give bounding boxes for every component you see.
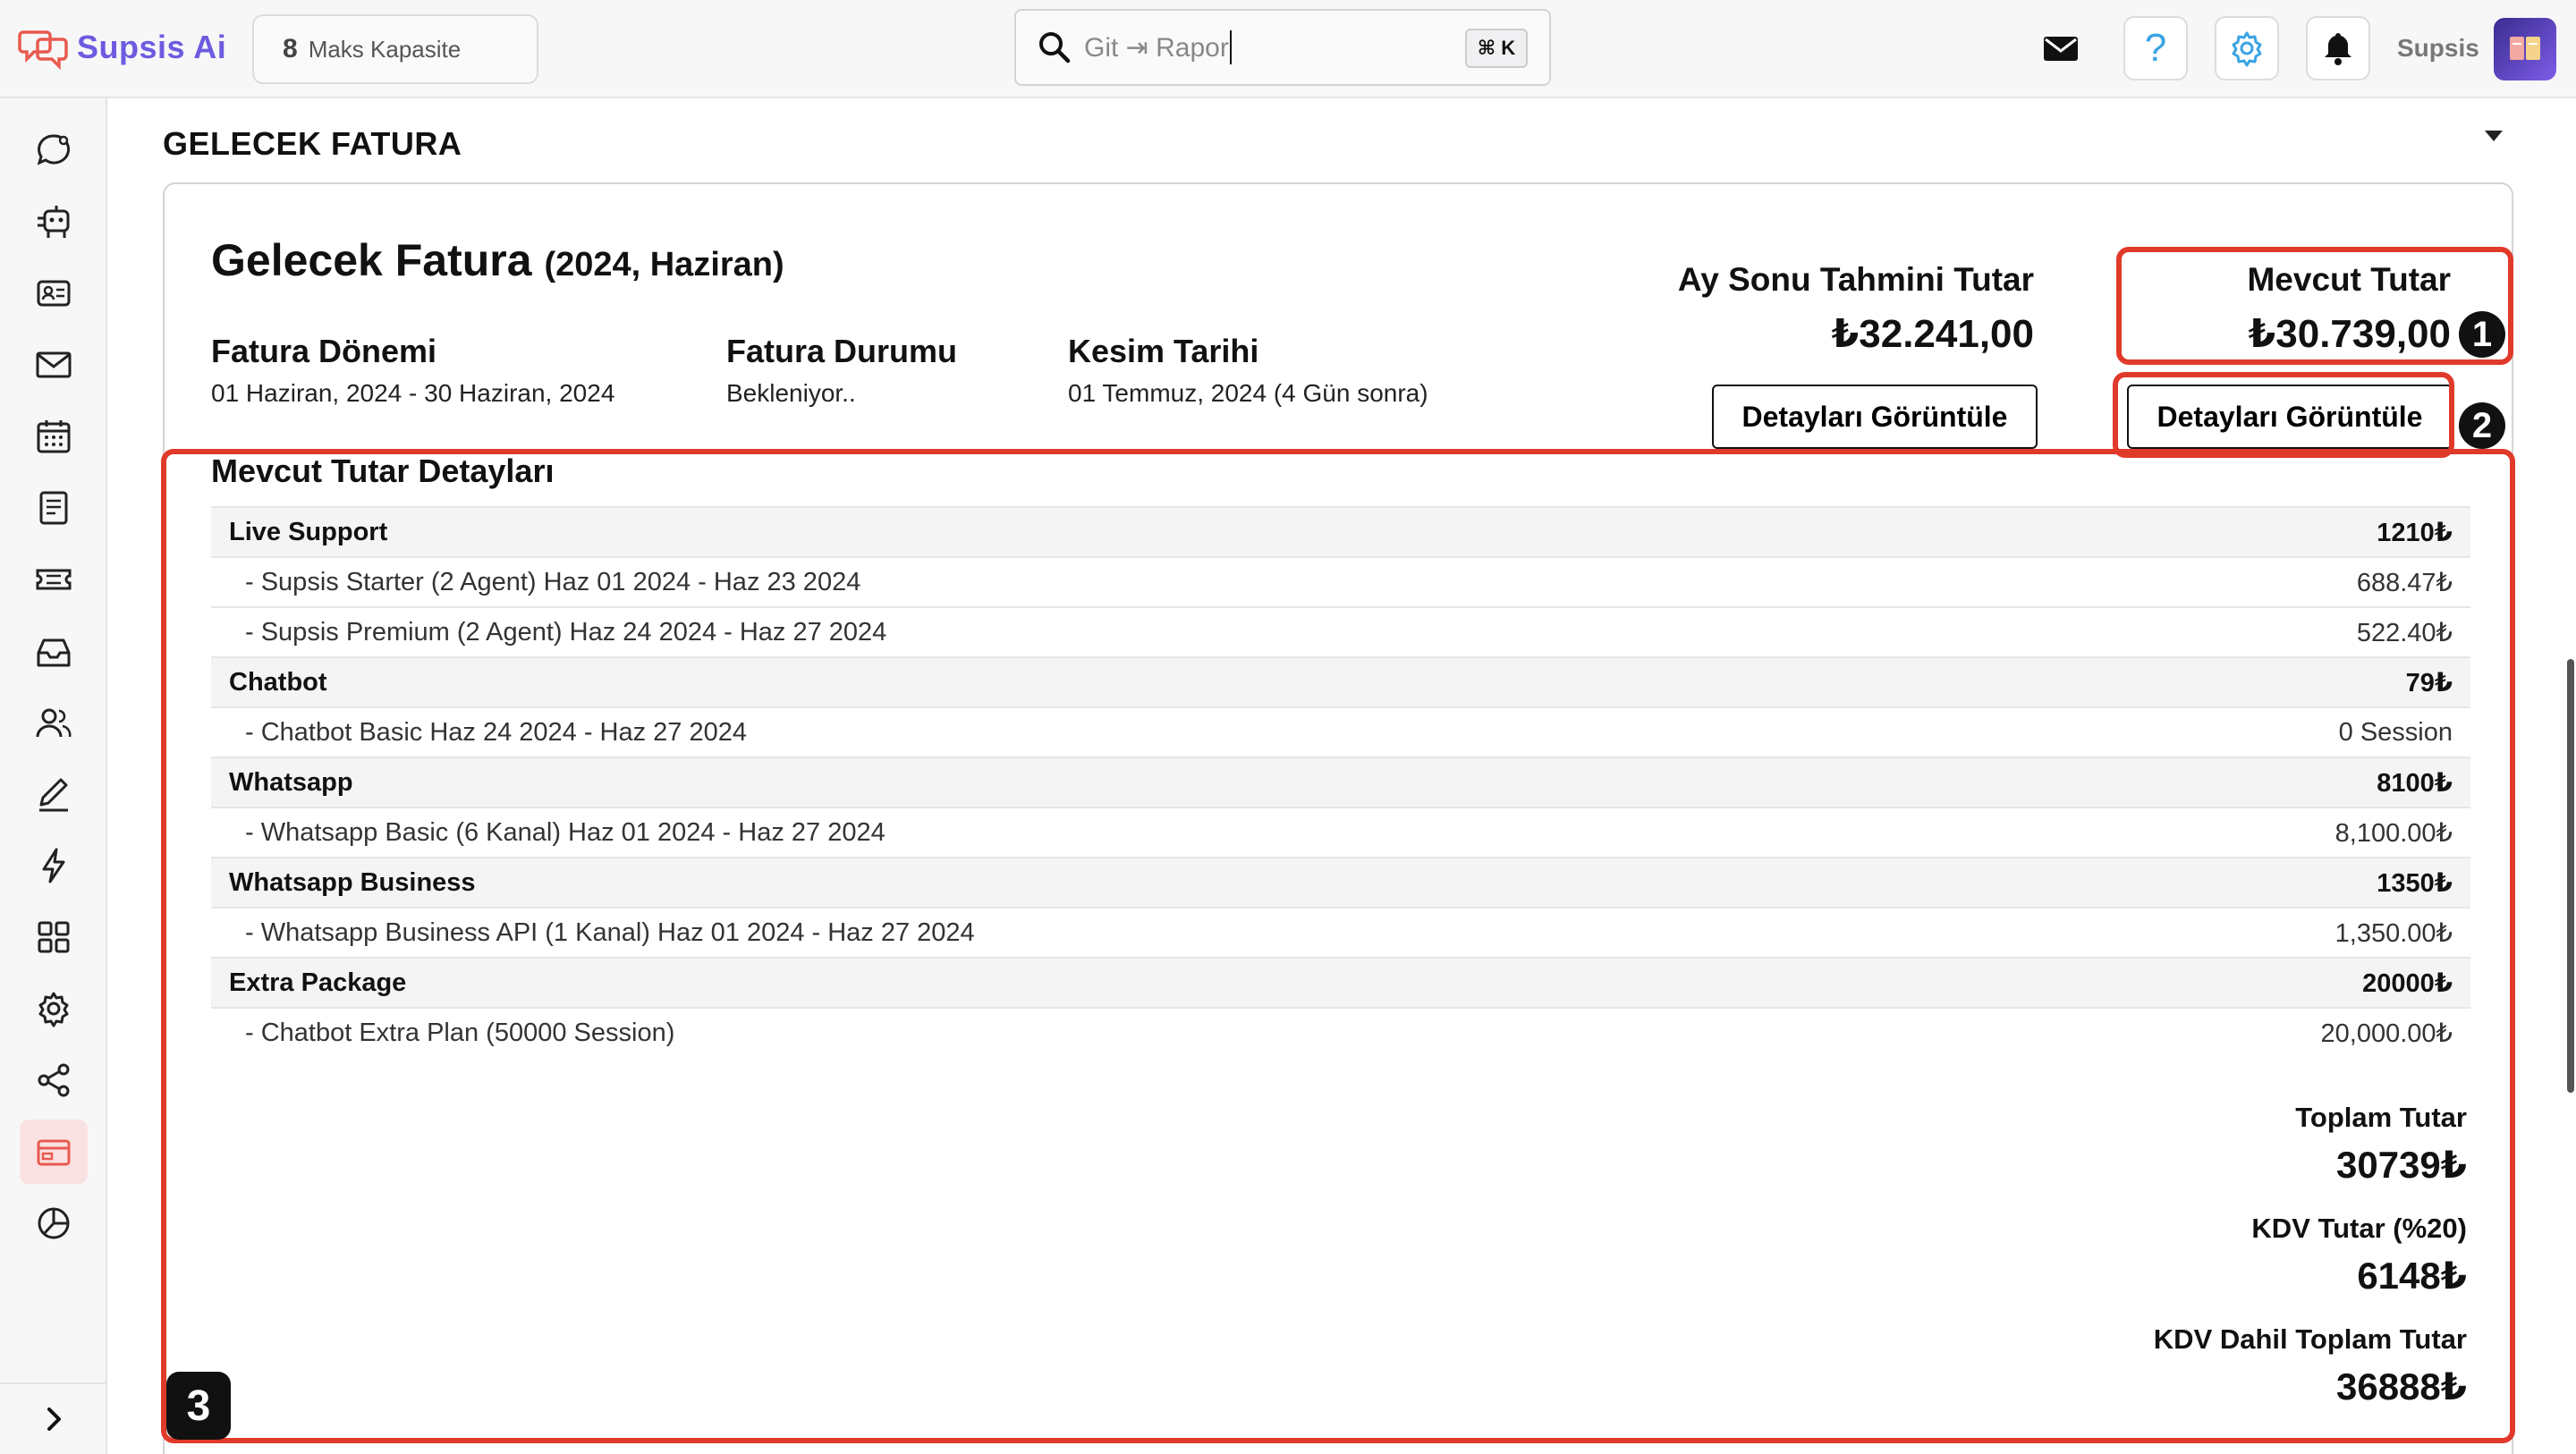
notes-icon xyxy=(39,491,68,525)
highlight-details-section xyxy=(161,449,2515,1443)
search-icon xyxy=(1039,32,1071,63)
period-value: 01 Haziran, 2024 - 30 Haziran, 2024 xyxy=(211,379,615,407)
share-icon xyxy=(38,1063,70,1097)
highlight-current-amount xyxy=(2116,247,2513,365)
billing-icon xyxy=(37,1139,71,1166)
gear-icon xyxy=(2232,31,2262,67)
settings-button[interactable] xyxy=(2215,16,2279,80)
help-icon: ? xyxy=(2144,26,2167,70)
settings-icon xyxy=(38,992,69,1027)
sidebar-item-automation[interactable] xyxy=(20,833,88,898)
contact-card-icon xyxy=(37,280,71,307)
book-avatar-icon xyxy=(2510,37,2540,60)
estimate-value: ₺32.241,00 xyxy=(1831,312,2034,356)
apps-grid-icon xyxy=(38,921,70,953)
brand-name: Supsis Ai xyxy=(77,29,227,65)
capacity-count: 8 xyxy=(283,34,298,63)
sidebar-item-notes[interactable] xyxy=(20,476,88,540)
chevron-right-icon xyxy=(47,1408,61,1431)
user-name[interactable]: Supsis xyxy=(2397,34,2479,63)
text-caret xyxy=(1229,30,1232,64)
lightning-icon xyxy=(42,848,65,883)
sidebar-item-chat[interactable] xyxy=(20,118,88,182)
sidebar-item-contacts[interactable] xyxy=(20,261,88,325)
capacity-label: Maks Kapasite xyxy=(308,35,462,63)
annotation-badge-2: 2 xyxy=(2459,402,2505,449)
bell-icon xyxy=(2325,33,2351,65)
status-value: Bekleniyor.. xyxy=(726,379,856,407)
period-label: Fatura Dönemi xyxy=(211,333,437,369)
search-input[interactable]: Git ⇥ Rapor ⌘ K xyxy=(1014,9,1551,86)
sidebar-item-inbox[interactable] xyxy=(20,619,88,683)
collapse-caret-icon[interactable] xyxy=(2485,131,2503,141)
sidebar-item-users[interactable] xyxy=(20,690,88,755)
estimate-details-button[interactable]: Detayları Görüntüle xyxy=(1712,385,2038,449)
search-shortcut: ⌘ K xyxy=(1465,29,1528,68)
help-button[interactable]: ? xyxy=(2123,16,2188,80)
inbox-icon xyxy=(37,638,71,667)
invoice-title-period: (2024, Haziran) xyxy=(544,246,784,283)
section-title: GELECEK FATURA xyxy=(163,125,462,162)
top-bar: Supsis Ai 8 Maks Kapasite Git ⇥ Rapor ⌘ … xyxy=(0,0,2576,98)
sidebar-item-settings[interactable] xyxy=(20,976,88,1041)
sidebar-item-calendar[interactable] xyxy=(20,404,88,469)
supsis-logo-icon xyxy=(18,30,68,70)
pie-chart-icon xyxy=(38,1207,70,1239)
sidebar-item-integrations[interactable] xyxy=(20,1048,88,1112)
ticket-icon xyxy=(36,569,72,590)
sidebar-item-bot[interactable] xyxy=(20,190,88,254)
capacity-indicator[interactable]: 8 Maks Kapasite xyxy=(252,14,538,84)
invoice-title-main: Gelecek Fatura xyxy=(211,235,532,285)
brand-logo[interactable]: Supsis Ai xyxy=(18,25,226,70)
avatar[interactable] xyxy=(2494,18,2556,80)
pen-icon xyxy=(39,778,68,812)
users-icon xyxy=(36,708,72,738)
estimate-label: Ay Sonu Tahmini Tutar xyxy=(1677,261,2034,298)
sidebar-item-reports[interactable] xyxy=(20,1191,88,1255)
calendar-icon xyxy=(37,420,71,453)
cutoff-value: 01 Temmuz, 2024 (4 Gün sonra) xyxy=(1068,379,1428,407)
status-label: Fatura Durumu xyxy=(726,333,958,369)
mail-button[interactable] xyxy=(2029,16,2093,80)
notifications-button[interactable] xyxy=(2306,16,2370,80)
sidebar-item-tickets[interactable] xyxy=(20,547,88,612)
mail-icon xyxy=(36,351,72,378)
sidebar-item-editor[interactable] xyxy=(20,762,88,826)
sidebar-item-apps[interactable] xyxy=(20,905,88,969)
annotation-badge-3: 3 xyxy=(166,1372,231,1440)
sidebar-item-mail[interactable] xyxy=(20,333,88,397)
bot-icon xyxy=(38,206,70,238)
sidebar-item-billing[interactable] xyxy=(20,1120,88,1184)
search-placeholder: Git ⇥ Rapor xyxy=(1084,32,1229,63)
sidebar xyxy=(0,98,107,1454)
chat-bubble-icon xyxy=(37,134,71,165)
invoice-title: Gelecek Fatura (2024, Haziran) xyxy=(211,234,784,286)
cutoff-label: Kesim Tarihi xyxy=(1068,333,1259,369)
annotation-badge-1: 1 xyxy=(2459,311,2505,358)
scrollbar-thumb[interactable] xyxy=(2567,659,2574,1093)
envelope-icon xyxy=(2044,37,2078,61)
highlight-details-button xyxy=(2113,372,2454,458)
sidebar-expand-button[interactable] xyxy=(0,1382,107,1454)
